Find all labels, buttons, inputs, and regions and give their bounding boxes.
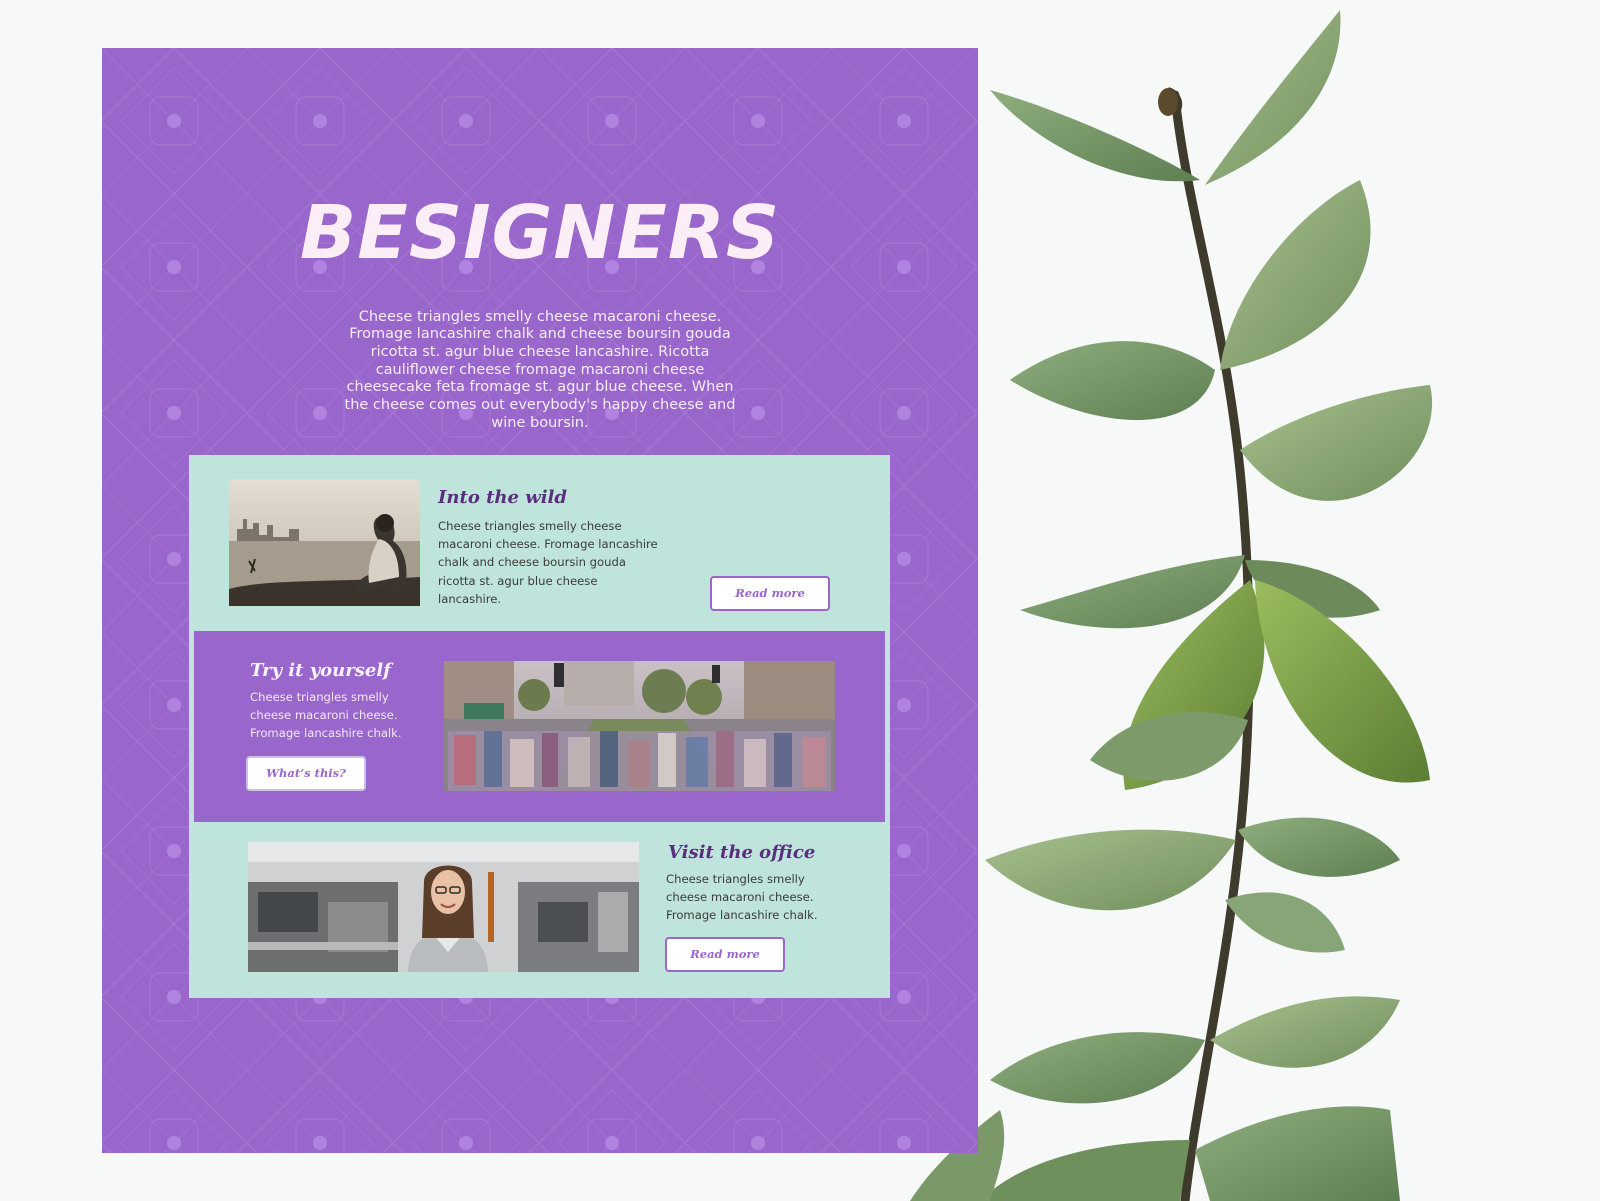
whats-this-button[interactable]: What’s this? — [246, 756, 366, 791]
content-card: Into the wild Cheese triangles smelly ch… — [189, 455, 890, 998]
woman-in-factory-photo — [248, 842, 639, 972]
section-heading: Visit the office — [668, 842, 816, 863]
page-title: BESIGNERS — [299, 190, 781, 276]
eucalyptus-plant-image — [910, 10, 1433, 1201]
section-visit-the-office: Visit the office Cheese triangles smelly… — [189, 822, 890, 998]
read-more-button[interactable]: Read more — [665, 937, 785, 972]
section-text: Cheese triangles smelly cheese macaroni … — [250, 690, 402, 741]
section-heading: Into the wild — [438, 487, 567, 508]
intro-paragraph: Cheese triangles smelly cheese macaroni … — [344, 308, 736, 431]
read-more-button[interactable]: Read more — [710, 576, 830, 611]
section-heading: Try it yourself — [250, 660, 391, 681]
section-into-the-wild: Into the wild Cheese triangles smelly ch… — [189, 455, 890, 631]
poster-panel: BESIGNERS Cheese triangles smelly cheese… — [102, 48, 978, 1153]
person-on-shore-photo — [229, 479, 420, 606]
section-text: Cheese triangles smelly cheese macaroni … — [438, 519, 658, 606]
section-text: Cheese triangles smelly cheese macaroni … — [666, 872, 818, 923]
busy-street-photo — [444, 661, 835, 791]
page: BESIGNERS Cheese triangles smelly cheese… — [0, 0, 1600, 1201]
section-try-it-yourself: Try it yourself Cheese triangles smelly … — [194, 631, 885, 822]
